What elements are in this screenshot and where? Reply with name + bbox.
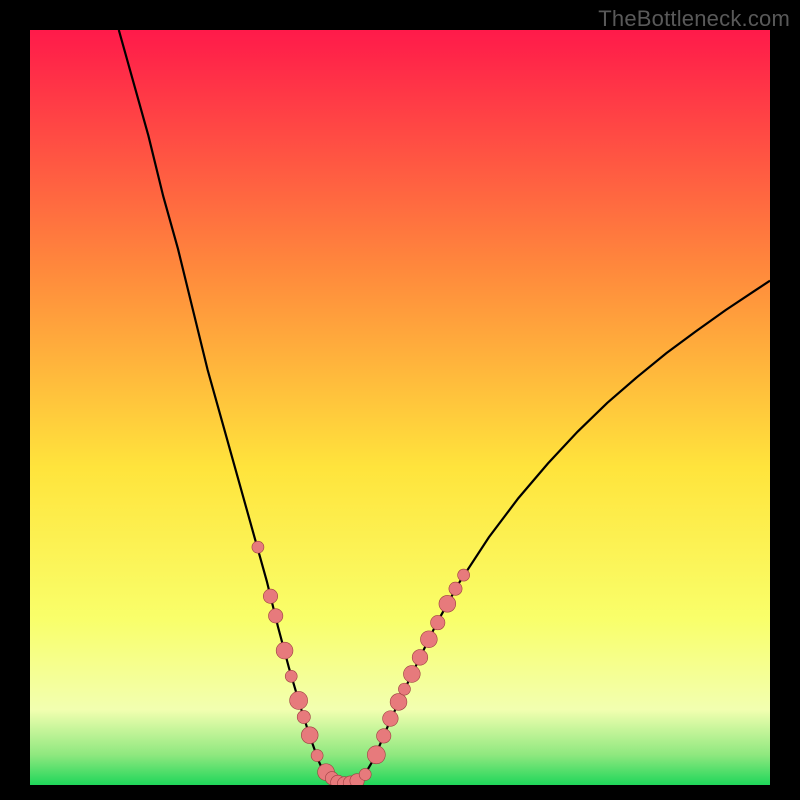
data-marker [377,729,391,743]
data-marker [268,609,282,623]
data-marker [458,569,470,581]
data-marker [311,750,323,762]
data-marker [290,691,308,709]
data-marker [431,615,445,629]
plot-area [30,30,770,785]
data-marker [252,541,264,553]
data-marker [263,589,277,603]
data-marker [420,631,437,648]
chart-frame: TheBottleneck.com [0,0,800,800]
gradient-background [30,30,770,785]
data-marker [301,727,318,744]
watermark-text: TheBottleneck.com [598,6,790,32]
data-marker [297,710,310,723]
data-marker [367,746,385,764]
data-marker [403,666,420,683]
data-marker [439,595,456,612]
data-marker [383,711,399,727]
data-marker [285,670,297,682]
data-marker [412,650,428,666]
data-marker [398,683,410,695]
chart-svg [30,30,770,785]
data-marker [359,768,371,780]
data-marker [449,582,462,595]
data-marker [276,642,293,659]
data-marker [390,694,407,711]
